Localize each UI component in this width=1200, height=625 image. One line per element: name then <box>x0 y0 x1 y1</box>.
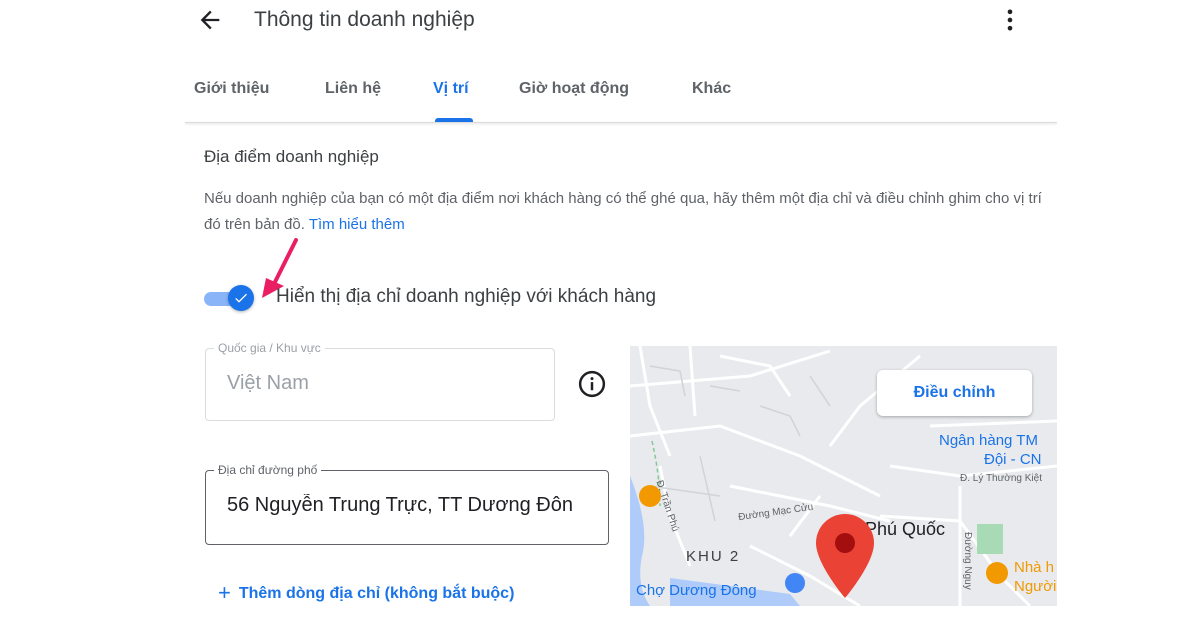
map-label-market: Chợ Dương Đông <box>636 582 757 599</box>
map-label-bank: Ngân hàng TM <box>939 432 1038 449</box>
map-label-khu2: KHU 2 <box>686 548 741 565</box>
tab-introduction[interactable]: Giới thiệu <box>194 79 269 99</box>
section-title: Địa điểm doanh nghiệp <box>204 147 379 166</box>
street-address-field[interactable]: Địa chỉ đường phố 56 Nguyễn Trung Trực, … <box>205 462 609 545</box>
section-description: Nếu doanh nghiệp của bạn có một địa điểm… <box>204 186 1049 238</box>
street-address-field-label: Địa chỉ đường phố <box>214 462 322 478</box>
add-address-line-label: Thêm dòng địa chỉ (không bắt buộc) <box>238 585 515 602</box>
toggle-thumb <box>228 285 254 311</box>
country-field-label: Quốc gia / Khu vực <box>214 340 325 356</box>
map-label-phu-quoc: Phú Quốc <box>865 519 946 539</box>
tab-location[interactable]: Vị trí <box>433 79 469 99</box>
show-address-toggle[interactable] <box>204 285 256 311</box>
info-icon <box>578 370 606 398</box>
map-label-restaurant-sub: Người <box>1014 578 1057 595</box>
tab-other[interactable]: Khác <box>692 79 731 99</box>
tabs-divider <box>185 122 1057 123</box>
learn-more-link[interactable]: Tìm hiểu thêm <box>309 216 405 233</box>
tab-contact[interactable]: Liên hệ <box>325 79 381 99</box>
back-button[interactable] <box>196 6 224 34</box>
check-icon <box>235 293 247 303</box>
arrow-left-icon <box>200 10 220 30</box>
more-options-button[interactable] <box>996 6 1024 34</box>
adjust-pin-button[interactable]: Điều chỉnh <box>877 370 1032 416</box>
country-field[interactable]: Quốc gia / Khu vực Việt Nam <box>205 340 555 421</box>
tab-hours[interactable]: Giờ hoạt động <box>519 79 629 99</box>
info-button[interactable] <box>577 369 607 399</box>
map-pin-icon <box>816 514 874 598</box>
map-label-road-nguyen: Đường Nguy <box>962 532 973 590</box>
map-label-road-ly: Đ. Lý Thường Kiệt <box>960 473 1042 484</box>
page-title: Thông tin doanh nghiệp <box>254 8 475 31</box>
country-field-value: Việt Nam <box>227 372 309 394</box>
more-vertical-icon <box>1007 9 1013 31</box>
map-preview[interactable]: Điều chỉnh Ngân hàng TM Đội - CN Đ. Lý T… <box>630 346 1057 606</box>
toggle-label: Hiển thị địa chỉ doanh nghiệp với khách … <box>276 286 657 307</box>
map-label-restaurant: Nhà h <box>1014 559 1055 576</box>
map-label-bank-sub: Đội - CN <box>984 451 1042 468</box>
street-address-field-value: 56 Nguyễn Trung Trực, TT Dương Đôn <box>227 494 573 516</box>
plus-icon: + <box>218 580 231 605</box>
add-address-line-button[interactable]: + Thêm dòng địa chỉ (không bắt buộc) <box>218 580 514 606</box>
